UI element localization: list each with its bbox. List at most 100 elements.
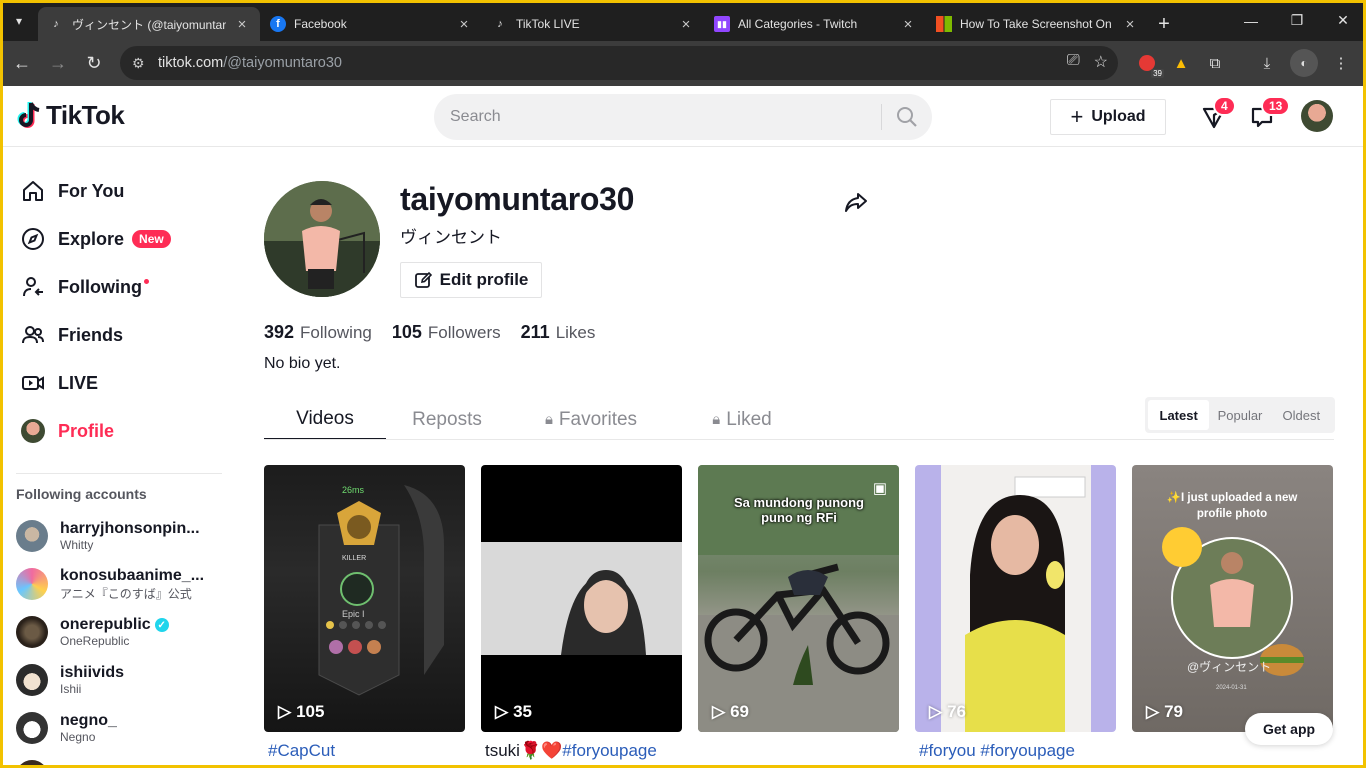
video-thumbnail[interactable]: ▷ 76 bbox=[915, 465, 1116, 732]
account-name: konosubaanime_... bbox=[60, 566, 205, 584]
account-nickname: Whitty bbox=[60, 538, 94, 552]
restore-icon[interactable]: ❐ bbox=[1274, 0, 1320, 41]
browser-tab-1[interactable]: f Facebook × bbox=[260, 7, 482, 41]
tiktok-logo[interactable]: TikTok bbox=[16, 100, 125, 131]
get-app-button[interactable]: Get app bbox=[1245, 713, 1333, 745]
close-tab-icon[interactable]: × bbox=[456, 16, 472, 33]
following-account[interactable]: negno_ Negno bbox=[3, 704, 231, 752]
header-avatar[interactable] bbox=[1301, 100, 1333, 132]
menu-kebab-icon[interactable]: ⋮ bbox=[1330, 52, 1352, 74]
play-icon: ▷ bbox=[712, 702, 726, 721]
search-bar bbox=[434, 94, 932, 140]
video-thumbnail[interactable]: ✨I just uploaded a new profile photo @ヴィ… bbox=[1132, 465, 1333, 732]
video-item[interactable]: ✨I just uploaded a new profile photo @ヴィ… bbox=[1132, 465, 1333, 732]
video-item[interactable]: ▷ 76 #foryou #foryoupage bbox=[915, 465, 1116, 760]
nav-following[interactable]: Following bbox=[3, 263, 231, 311]
nav-live[interactable]: LIVE bbox=[3, 359, 231, 407]
google-drive-icon[interactable]: ▲ bbox=[1170, 52, 1192, 74]
video-thumbnail[interactable]: Sa mundong punong puno ng RFi ▣ ▷ 69 bbox=[698, 465, 899, 732]
back-arrow-icon[interactable]: ← bbox=[4, 46, 40, 82]
messages-icon[interactable]: 13 bbox=[1249, 96, 1291, 130]
account-name: onerepublic ✓ bbox=[60, 616, 169, 634]
close-tab-icon[interactable]: × bbox=[1122, 16, 1138, 33]
inbox-filter-icon[interactable]: 4 bbox=[1201, 96, 1236, 130]
overlay-ping: 26ms bbox=[342, 485, 365, 495]
nav-label: Profile bbox=[58, 420, 115, 441]
tab-videos[interactable]: Videos bbox=[264, 399, 386, 440]
messages-badge: 13 bbox=[1261, 96, 1291, 116]
tab-reposts[interactable]: Reposts bbox=[386, 399, 508, 440]
tab-title: How To Take Screenshot On bbox=[960, 17, 1112, 31]
browser-tab-2[interactable]: ♪ TikTok LIVE × bbox=[482, 7, 704, 41]
upload-button[interactable]: + Upload bbox=[1050, 99, 1166, 135]
tiktok-note-icon bbox=[17, 101, 40, 128]
following-stat[interactable]: 392 Following bbox=[264, 322, 372, 343]
play-icon: ▷ bbox=[1146, 702, 1160, 721]
new-badge: New bbox=[132, 230, 171, 248]
profile-avatar-large[interactable] bbox=[264, 181, 380, 297]
video-thumbnail[interactable]: ▷ 35 bbox=[481, 465, 682, 732]
following-account[interactable]: iyakunnie bbox=[3, 752, 231, 768]
tab-search-chevron-icon[interactable]: ▾ bbox=[0, 0, 38, 41]
nav-profile[interactable]: Profile bbox=[3, 407, 231, 455]
download-icon[interactable]: ⤓ bbox=[1256, 52, 1278, 74]
sort-latest[interactable]: Latest bbox=[1148, 400, 1210, 430]
forward-arrow-icon[interactable]: → bbox=[40, 46, 76, 82]
new-content-dot bbox=[143, 278, 149, 284]
following-account[interactable]: ishiivids Ishii bbox=[3, 656, 231, 704]
following-account[interactable]: onerepublic ✓ OneRepublic bbox=[3, 608, 231, 656]
browser-tab-0[interactable]: ♪ ヴィンセント (@taiyomuntaro30 × bbox=[38, 7, 260, 41]
sort-oldest[interactable]: Oldest bbox=[1271, 400, 1332, 430]
tiktok-header: TikTok + Upload 4 13 bbox=[3, 86, 1363, 147]
sort-popular[interactable]: Popular bbox=[1209, 400, 1270, 430]
share-icon[interactable] bbox=[843, 189, 871, 217]
browser-tab-3[interactable]: ▮▮ All Categories - Twitch × bbox=[704, 7, 926, 41]
nav-explore[interactable]: Explore New bbox=[3, 215, 231, 263]
extensions-puzzle-icon[interactable]: ⧉ bbox=[1204, 52, 1226, 74]
video-caption[interactable]: #CapCut bbox=[268, 741, 335, 761]
close-window-icon[interactable]: ✕ bbox=[1320, 0, 1366, 41]
reload-icon[interactable]: ↻ bbox=[76, 46, 112, 82]
profile-username: taiyomuntaro30 bbox=[400, 181, 635, 217]
bookmark-star-icon[interactable]: ☆ bbox=[1094, 52, 1108, 72]
twitch-icon: ▮▮ bbox=[714, 16, 730, 32]
close-tab-icon[interactable]: × bbox=[678, 16, 694, 33]
video-thumbnail[interactable]: 26ms KILLER Epic I ▷ 105 bbox=[264, 465, 465, 732]
close-tab-icon[interactable]: × bbox=[900, 16, 916, 33]
install-app-icon[interactable]: ⎚ bbox=[1067, 52, 1080, 72]
avatar bbox=[16, 664, 48, 696]
site-info-icon[interactable]: ⚙ bbox=[132, 55, 158, 72]
nav-friends[interactable]: Friends bbox=[3, 311, 231, 359]
new-tab-plus-icon[interactable]: + bbox=[1148, 7, 1180, 41]
tab-liked[interactable]: 🔒︎ Liked bbox=[674, 399, 810, 440]
video-item[interactable]: Sa mundong punong puno ng RFi ▣ ▷ 69 bbox=[698, 465, 899, 732]
close-tab-icon[interactable]: × bbox=[234, 16, 250, 33]
browser-tab-4[interactable]: How To Take Screenshot On × bbox=[926, 7, 1148, 41]
edit-profile-button[interactable]: Edit profile bbox=[400, 262, 542, 298]
video-caption[interactable]: tsuki🌹❤️#foryoupage bbox=[485, 741, 657, 761]
video-item[interactable]: ▷ 35 tsuki🌹❤️#foryoupage bbox=[481, 465, 682, 760]
search-input[interactable] bbox=[434, 94, 881, 140]
tab-title: TikTok LIVE bbox=[516, 17, 580, 31]
edit-profile-label: Edit profile bbox=[439, 270, 529, 289]
lock-icon: 🔒︎ bbox=[544, 411, 553, 428]
browser-toolbar: ← → ↻ ⚙ tiktok.com/@taiyomuntaro30 ⎚ ☆ 3… bbox=[0, 41, 1366, 86]
video-caption[interactable]: #foryou #foryoupage bbox=[919, 741, 1075, 761]
tab-favorites[interactable]: 🔒︎ Favorites bbox=[508, 399, 674, 440]
minimize-icon[interactable]: — bbox=[1228, 0, 1274, 41]
account-name: harryjhonsonpin... bbox=[60, 520, 200, 537]
extension-icon-red[interactable]: 39 bbox=[1136, 52, 1164, 78]
avatar bbox=[16, 616, 48, 648]
video-item[interactable]: 26ms KILLER Epic I ▷ 105 #CapCut bbox=[264, 465, 465, 760]
extensions-area: 39 ▲ ⧉ ⤓ ◐ ⋮ bbox=[1136, 49, 1352, 78]
followers-stat[interactable]: 105 Followers bbox=[392, 322, 501, 343]
following-account[interactable]: harryjhonsonpin... Whitty bbox=[3, 512, 231, 560]
browser-tab-strip: ▾ ♪ ヴィンセント (@taiyomuntaro30 × f Facebook… bbox=[0, 0, 1366, 41]
following-account[interactable]: konosubaanime_... アニメ『このすば』公式 bbox=[3, 560, 231, 608]
browser-profile-avatar[interactable]: ◐ bbox=[1290, 49, 1318, 77]
address-bar[interactable]: ⚙ tiktok.com/@taiyomuntaro30 ⎚ ☆ bbox=[120, 46, 1118, 80]
search-icon[interactable] bbox=[882, 106, 932, 128]
plus-icon: + bbox=[1070, 104, 1084, 129]
overlay-text: KILLER bbox=[342, 555, 367, 562]
nav-for-you[interactable]: For You bbox=[3, 167, 231, 215]
